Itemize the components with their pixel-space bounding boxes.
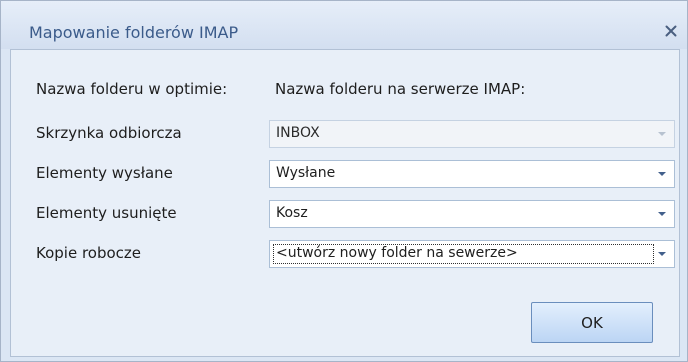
- inbox-label: Skrzynka odbiorcza: [36, 124, 182, 142]
- sent-label: Elementy wysłane: [36, 164, 173, 182]
- chevron-down-icon[interactable]: [658, 252, 666, 256]
- local-folder-header: Nazwa folderu w optimie:: [36, 80, 228, 98]
- deleted-folder-value: Kosz: [276, 205, 308, 221]
- drafts-folder-select[interactable]: <utwórz nowy folder na sewerze>: [269, 240, 675, 268]
- drafts-label: Kopie robocze: [36, 244, 142, 262]
- deleted-label: Elementy usunięte: [36, 204, 177, 222]
- title-bar: Mapowanie folderów IMAP: [1, 1, 687, 49]
- ok-button[interactable]: OK: [531, 302, 653, 343]
- inbox-folder-select: INBOX: [269, 120, 675, 148]
- close-icon: [665, 25, 677, 37]
- sent-folder-value: Wysłane: [276, 165, 336, 181]
- dialog-title: Mapowanie folderów IMAP: [29, 23, 239, 42]
- chevron-down-icon[interactable]: [658, 212, 666, 216]
- deleted-folder-select[interactable]: Kosz: [269, 200, 675, 228]
- sent-folder-select[interactable]: Wysłane: [269, 160, 675, 188]
- drafts-folder-value: <utwórz nowy folder na sewerze>: [276, 245, 518, 261]
- close-button[interactable]: [661, 21, 681, 41]
- inbox-folder-value: INBOX: [276, 125, 320, 141]
- server-folder-header: Nazwa folderu na serwerze IMAP:: [275, 80, 526, 98]
- dialog-body: Nazwa folderu w optimie: Nazwa folderu n…: [10, 49, 680, 357]
- chevron-down-icon[interactable]: [658, 172, 666, 176]
- chevron-down-icon: [658, 132, 666, 136]
- folder-mapping-dialog: Mapowanie folderów IMAP Nazwa folderu w …: [0, 0, 688, 362]
